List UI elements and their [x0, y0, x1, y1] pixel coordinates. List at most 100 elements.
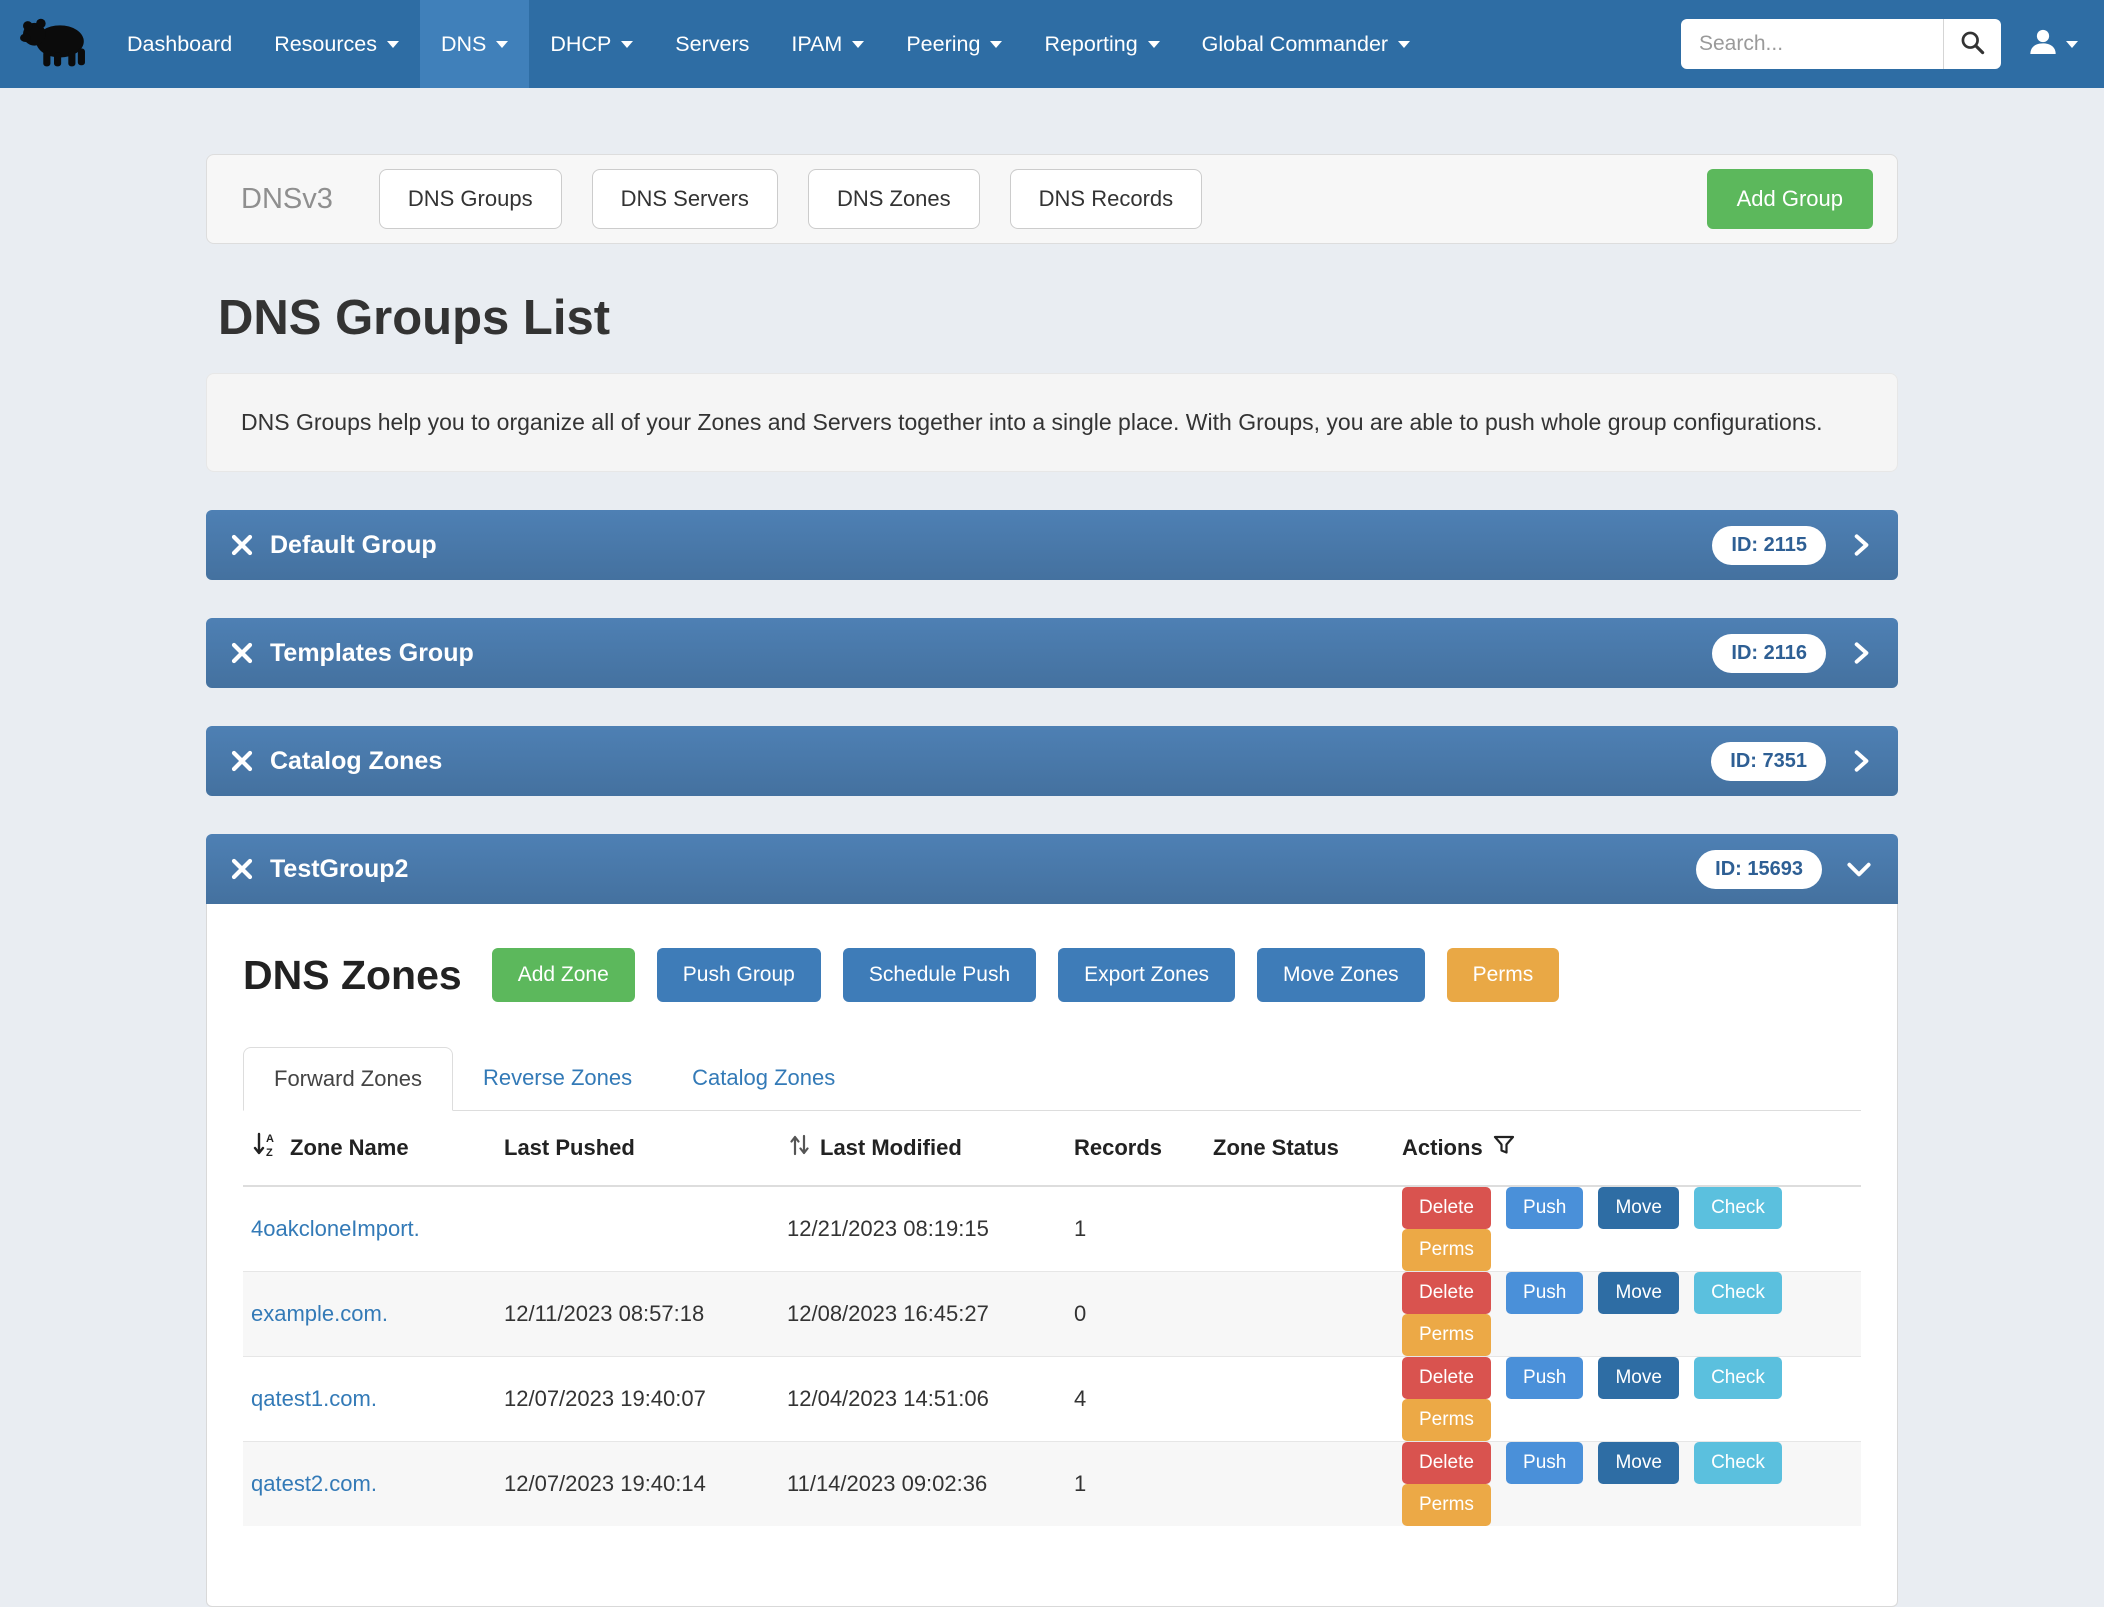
group-id-badge: ID: 2115 — [1712, 526, 1826, 565]
col-zone-name: A Z Zone Name — [243, 1111, 496, 1186]
records-cell: 1 — [1066, 1186, 1205, 1272]
zones-heading: DNS Zones — [243, 952, 462, 999]
user-menu[interactable] — [2027, 0, 2078, 88]
group-id-badge: ID: 15693 — [1696, 850, 1822, 889]
perms-button[interactable]: Perms — [1402, 1484, 1491, 1526]
records-cell: 1 — [1066, 1442, 1205, 1527]
nav-item-ipam[interactable]: IPAM — [770, 0, 885, 88]
chevron-right-icon[interactable] — [1848, 532, 1874, 558]
group-name: Templates Group — [270, 639, 474, 668]
records-cell: 0 — [1066, 1272, 1205, 1357]
push-group-button[interactable]: Push Group — [657, 948, 821, 1002]
check-button[interactable]: Check — [1694, 1187, 1782, 1229]
push-button[interactable]: Push — [1506, 1272, 1583, 1314]
chevron-down-icon — [1148, 41, 1160, 48]
nav-item-dhcp[interactable]: DHCP — [529, 0, 654, 88]
close-x-icon[interactable] — [230, 533, 254, 557]
zone-status-cell — [1205, 1186, 1394, 1272]
main-container: DNSv3 DNS Groups DNS Servers DNS Zones D… — [206, 154, 1898, 1607]
group-bar-testgroup2[interactable]: TestGroup2 ID: 15693 — [206, 834, 1898, 904]
export-zones-button[interactable]: Export Zones — [1058, 948, 1235, 1002]
group-bar-catalog-zones[interactable]: Catalog Zones ID: 7351 — [206, 726, 1898, 796]
col-zone-status: Zone Status — [1205, 1111, 1394, 1186]
group-bar-templates-group[interactable]: Templates Group ID: 2116 — [206, 618, 1898, 688]
col-last-pushed: Last Pushed — [496, 1111, 779, 1186]
page-description: DNS Groups help you to organize all of y… — [206, 373, 1898, 472]
close-x-icon[interactable] — [230, 641, 254, 665]
chevron-down-icon[interactable] — [1844, 856, 1874, 882]
zone-status-cell — [1205, 1272, 1394, 1357]
table-header-row: A Z Zone Name Last Pushed — [243, 1111, 1861, 1186]
nav-item-label: Dashboard — [127, 32, 232, 57]
perms-button[interactable]: Perms — [1402, 1314, 1491, 1356]
schedule-push-button[interactable]: Schedule Push — [843, 948, 1036, 1002]
filter-icon[interactable] — [1492, 1133, 1516, 1163]
dns-groups-button[interactable]: DNS Groups — [379, 169, 562, 229]
move-button[interactable]: Move — [1598, 1357, 1678, 1399]
search-input[interactable] — [1681, 19, 1943, 69]
chevron-right-icon[interactable] — [1848, 640, 1874, 666]
zone-link[interactable]: example.com. — [251, 1301, 388, 1326]
zone-link[interactable]: qatest1.com. — [251, 1386, 377, 1411]
last-modified-cell: 11/14/2023 09:02:36 — [779, 1442, 1066, 1527]
chevron-down-icon — [496, 41, 508, 48]
perms-button[interactable]: Perms — [1402, 1399, 1491, 1441]
check-button[interactable]: Check — [1694, 1272, 1782, 1314]
group-section-default-group: Default Group ID: 2115 — [206, 510, 1898, 580]
delete-button[interactable]: Delete — [1402, 1187, 1491, 1229]
delete-button[interactable]: Delete — [1402, 1442, 1491, 1484]
add-group-button[interactable]: Add Group — [1707, 169, 1873, 229]
sort-alpha-icon[interactable]: A Z — [251, 1131, 281, 1165]
nav-item-global-commander[interactable]: Global Commander — [1181, 0, 1431, 88]
delete-button[interactable]: Delete — [1402, 1357, 1491, 1399]
group-name: Default Group — [270, 531, 437, 560]
dns-servers-button[interactable]: DNS Servers — [592, 169, 778, 229]
check-button[interactable]: Check — [1694, 1357, 1782, 1399]
search-button[interactable] — [1943, 19, 2001, 69]
tab-catalog-zones[interactable]: Catalog Zones — [662, 1046, 865, 1110]
perms-button[interactable]: Perms — [1402, 1229, 1491, 1271]
last-pushed-cell: 12/07/2023 19:40:14 — [496, 1442, 779, 1527]
dns-records-button[interactable]: DNS Records — [1010, 169, 1202, 229]
nav-item-resources[interactable]: Resources — [253, 0, 420, 88]
table-row: example.com. 12/11/2023 08:57:18 12/08/2… — [243, 1272, 1861, 1357]
nav-item-dashboard[interactable]: Dashboard — [106, 0, 253, 88]
nav-item-dns[interactable]: DNS — [420, 0, 529, 88]
tab-forward-zones[interactable]: Forward Zones — [243, 1047, 453, 1111]
group-bar-default-group[interactable]: Default Group ID: 2115 — [206, 510, 1898, 580]
last-modified-cell: 12/08/2023 16:45:27 — [779, 1272, 1066, 1357]
add-zone-button[interactable]: Add Zone — [492, 948, 635, 1002]
actions-cell: Delete Push Move Check Perms — [1394, 1442, 1861, 1527]
push-button[interactable]: Push — [1506, 1187, 1583, 1229]
zone-link[interactable]: 4oakcloneImport. — [251, 1216, 420, 1241]
move-button[interactable]: Move — [1598, 1272, 1678, 1314]
zone-link[interactable]: qatest2.com. — [251, 1471, 377, 1496]
move-button[interactable]: Move — [1598, 1187, 1678, 1229]
tab-reverse-zones[interactable]: Reverse Zones — [453, 1046, 662, 1110]
group-section-templates-group: Templates Group ID: 2116 — [206, 618, 1898, 688]
move-button[interactable]: Move — [1598, 1442, 1678, 1484]
delete-button[interactable]: Delete — [1402, 1272, 1491, 1314]
perms-button[interactable]: Perms — [1447, 948, 1560, 1002]
close-x-icon[interactable] — [230, 749, 254, 773]
sort-icon[interactable] — [787, 1132, 811, 1164]
dns-zones-button[interactable]: DNS Zones — [808, 169, 980, 229]
nav-item-reporting[interactable]: Reporting — [1023, 0, 1180, 88]
actions-cell: Delete Push Move Check Perms — [1394, 1272, 1861, 1357]
nav-item-servers[interactable]: Servers — [654, 0, 770, 88]
push-button[interactable]: Push — [1506, 1442, 1583, 1484]
chevron-down-icon — [852, 41, 864, 48]
app-logo[interactable] — [18, 0, 90, 88]
move-zones-button[interactable]: Move Zones — [1257, 948, 1425, 1002]
close-x-icon[interactable] — [230, 857, 254, 881]
chevron-right-icon[interactable] — [1848, 748, 1874, 774]
check-button[interactable]: Check — [1694, 1442, 1782, 1484]
navbar-spacer — [1431, 0, 1681, 88]
push-button[interactable]: Push — [1506, 1357, 1583, 1399]
search-icon — [1959, 29, 1986, 59]
col-label: Records — [1074, 1135, 1162, 1161]
zone-status-cell — [1205, 1442, 1394, 1527]
group-name: Catalog Zones — [270, 747, 442, 776]
nav-item-peering[interactable]: Peering — [885, 0, 1023, 88]
col-label: Zone Status — [1213, 1135, 1339, 1161]
